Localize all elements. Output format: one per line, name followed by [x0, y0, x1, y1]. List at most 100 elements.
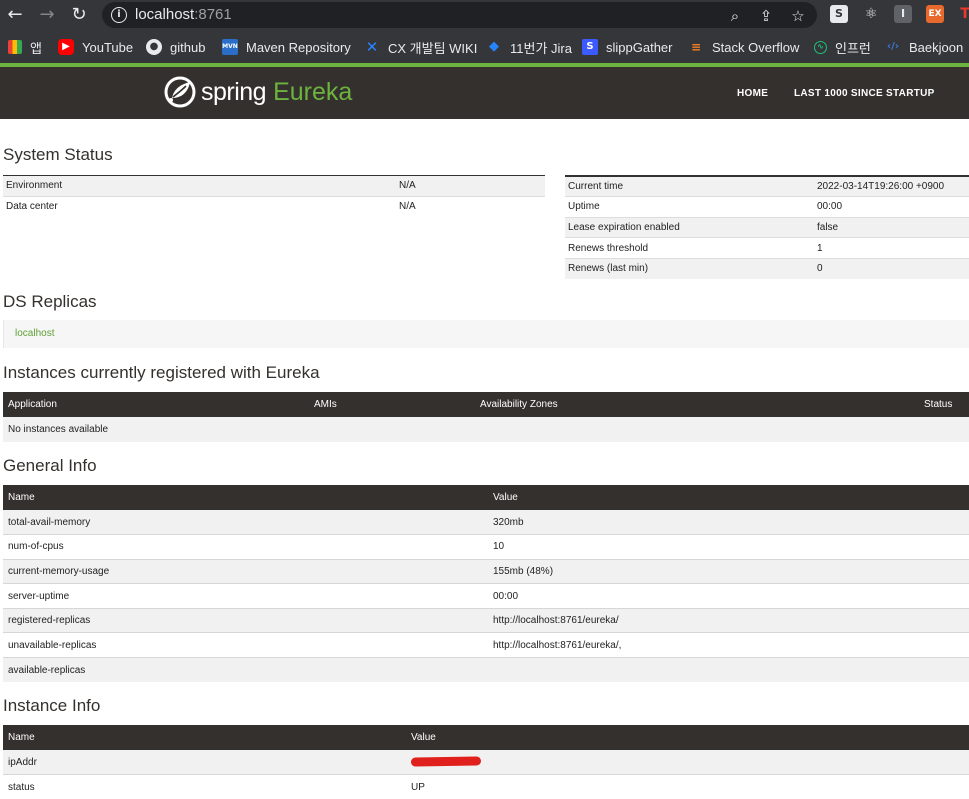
eureka-navbar: spring Eureka HOME LAST 1000 SINCE START…	[0, 67, 969, 119]
bookmark-inflearn[interactable]: ∿ 인프런	[814, 38, 871, 56]
system-status-title: System Status	[3, 145, 113, 164]
col-name: Name	[3, 725, 406, 750]
youtube-icon: ▶	[58, 39, 74, 55]
bookmark-cx-wiki[interactable]: ✕ CX 개발팀 WIKI	[364, 38, 478, 56]
status-key: Uptime	[565, 196, 814, 218]
react-devtools-icon[interactable]: ⚛	[862, 5, 880, 23]
col-status: Status	[919, 392, 969, 417]
redaction-mark	[410, 756, 482, 768]
nav-last-1000-link[interactable]: LAST 1000 SINCE STARTUP	[794, 88, 935, 99]
info-name: status	[3, 774, 406, 799]
bookmark-maven[interactable]: MVN Maven Repository	[222, 38, 351, 56]
status-key: Renews threshold	[565, 237, 814, 259]
status-row: Data center N/A	[3, 195, 545, 217]
info-name: unavailable-replicas	[3, 632, 488, 659]
address-url[interactable]: localhost:8761	[135, 6, 232, 23]
status-value: false	[814, 216, 969, 238]
general-info-table: Name Value total-avail-memory 320mb num-o…	[3, 485, 969, 683]
info-value: http://localhost:8761/eureka/	[488, 608, 969, 634]
table-row: total-avail-memory 320mb	[3, 510, 969, 536]
url-port: :8761	[194, 6, 232, 23]
bookmark-stackoverflow[interactable]: ≡ Stack Overflow	[688, 38, 799, 56]
bookmark-label: 11번가 Jira	[510, 40, 572, 56]
table-row: available-replicas	[3, 657, 969, 683]
back-arrow-icon[interactable]: ←	[4, 4, 26, 26]
spring-eureka-logo[interactable]: spring Eureka	[164, 75, 352, 109]
bookmark-slippgather[interactable]: SslippGather	[582, 38, 672, 56]
status-value: 1	[814, 237, 969, 259]
table-row: server-uptime 00:00	[3, 583, 969, 609]
col-amis: AMIs	[309, 392, 475, 417]
slipp-icon: S	[582, 39, 598, 55]
bookmark-youtube[interactable]: ▶ YouTube	[58, 38, 133, 56]
table-row: status UP	[3, 774, 969, 799]
status-row: Renews (last min) 0	[565, 257, 969, 279]
bookmark-apps[interactable]: 앱	[8, 38, 42, 56]
extension-t-icon[interactable]: T	[956, 5, 969, 23]
bookmark-star-icon[interactable]: ☆	[789, 7, 807, 25]
instance-info-header-row: Name Value	[3, 725, 969, 750]
status-key: Current time	[565, 175, 814, 197]
info-value	[406, 750, 969, 776]
info-name: num-of-cpus	[3, 534, 488, 560]
status-key: Data center	[3, 195, 396, 217]
bookmark-github[interactable]: ● github	[146, 38, 205, 56]
github-icon: ●	[146, 39, 162, 55]
table-row: No instances available	[3, 417, 969, 442]
status-row: Lease expiration enabled false	[565, 216, 969, 238]
zoom-search-icon[interactable]: ⌕	[726, 7, 744, 25]
spring-leaf-icon	[164, 76, 196, 108]
extension-s-icon[interactable]: S	[830, 5, 848, 23]
instances-header-row: Application AMIs Availability Zones Stat…	[3, 392, 969, 417]
status-row: Environment N/A	[3, 175, 545, 197]
bookmark-label: 앱	[30, 40, 42, 56]
info-value: 10	[488, 534, 969, 560]
instance-info-title: Instance Info	[3, 696, 101, 715]
bookmark-label: slippGather	[606, 39, 673, 55]
status-row: Current time 2022-03-14T19:26:00 +0900	[565, 175, 969, 197]
status-row: Uptime 00:00	[565, 196, 969, 218]
bookmark-baekjoon[interactable]: ‹/› Baekjoon	[885, 38, 963, 56]
system-status-left-table: Environment N/A Data center N/A	[3, 175, 545, 217]
address-bar[interactable]: i localhost:8761 ⌕ ⇪ ☆	[102, 2, 817, 28]
site-info-icon[interactable]: i	[111, 7, 127, 23]
status-row: Renews threshold 1	[565, 237, 969, 259]
baekjoon-icon: ‹/›	[887, 41, 899, 52]
col-availability-zones: Availability Zones	[475, 392, 919, 417]
status-key: Renews (last min)	[565, 257, 814, 279]
logo-spring-text: spring	[201, 77, 267, 106]
bookmark-label: Baekjoon	[909, 39, 964, 55]
instances-title: Instances currently registered with Eure…	[3, 363, 320, 382]
info-name: current-memory-usage	[3, 559, 488, 585]
nav-home-link[interactable]: HOME	[737, 88, 768, 99]
no-instances-text: No instances available	[3, 417, 969, 442]
replica-link[interactable]: localhost	[15, 328, 54, 339]
table-row: num-of-cpus 10	[3, 534, 969, 560]
info-name: ipAddr	[3, 750, 406, 776]
table-row: ipAddr	[3, 750, 969, 776]
col-value: Value	[488, 485, 969, 510]
info-name: total-avail-memory	[3, 510, 488, 536]
extension-i-icon[interactable]: I	[894, 5, 912, 23]
general-info-title: General Info	[3, 456, 97, 475]
confluence-icon: ✕	[365, 38, 379, 56]
bookmark-label: CX 개발팀 WIKI	[388, 40, 478, 56]
info-name: available-replicas	[3, 657, 488, 683]
table-row: unavailable-replicas http://localhost:876…	[3, 632, 969, 659]
bookmark-label: Stack Overflow	[712, 39, 800, 55]
forward-arrow-icon[interactable]: →	[36, 4, 58, 26]
reload-icon[interactable]: ↻	[68, 4, 90, 26]
info-name: registered-replicas	[3, 608, 488, 634]
info-value: 155mb (48%)	[488, 559, 969, 585]
status-key: Lease expiration enabled	[565, 216, 814, 238]
bookmark-jira[interactable]: ◆ 11번가 Jira	[486, 38, 572, 56]
system-status-right-table: Current time 2022-03-14T19:26:00 +0900 U…	[565, 175, 969, 279]
share-icon[interactable]: ⇪	[757, 7, 775, 25]
status-value: 0	[814, 257, 969, 279]
status-value: 00:00	[814, 196, 969, 218]
general-info-header-row: Name Value	[3, 485, 969, 510]
bookmark-label: github	[170, 39, 206, 55]
info-value: http://localhost:8761/eureka/,	[488, 632, 969, 659]
status-value: N/A	[396, 175, 545, 197]
extension-ex-icon[interactable]: EX	[926, 5, 944, 23]
